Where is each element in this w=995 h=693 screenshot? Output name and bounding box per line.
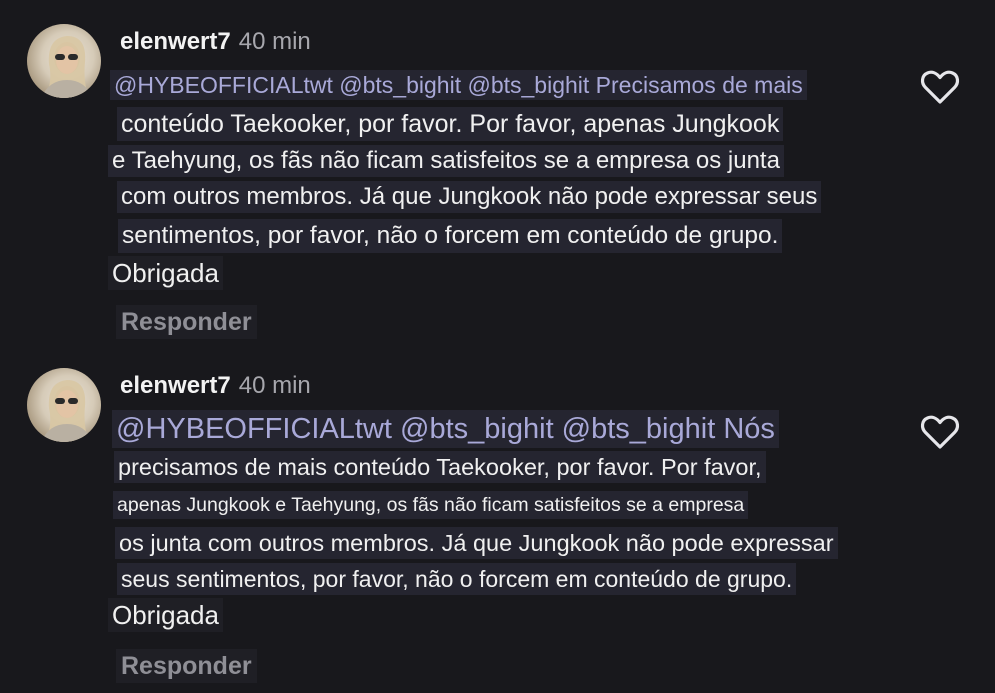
reply-button[interactable]: Responder	[116, 649, 257, 683]
avatar[interactable]	[27, 24, 101, 98]
heart-outline-icon[interactable]	[920, 414, 960, 450]
comment-text-line: apenas Jungkook e Taehyung, os fãs não f…	[113, 491, 749, 519]
username[interactable]: elenwert7	[120, 372, 231, 399]
username[interactable]: elenwert7	[120, 28, 231, 55]
reply-button[interactable]: Responder	[116, 305, 257, 339]
comment-text-line: e Taehyung, os fãs não ficam satisfeitos…	[108, 145, 784, 177]
comments-feed: elenwert7 40 min @HYBEOFFICIALtwt @bts_bi…	[0, 0, 995, 693]
comment-text-line: Obrigada	[108, 598, 223, 632]
comment-text-line: os junta com outros membros. Já que Jung…	[115, 527, 838, 559]
comment-header: elenwert7 40 min	[120, 27, 311, 57]
comment-header: elenwert7 40 min	[120, 371, 311, 401]
comment-text-line: @HYBEOFFICIALtwt @bts_bighit @bts_bighit…	[112, 410, 779, 448]
comment-text-line: Obrigada	[108, 256, 223, 290]
timestamp: 40 min	[238, 372, 311, 399]
heart-outline-icon[interactable]	[920, 69, 960, 105]
comment-text-line: seus sentimentos, por favor, não o force…	[117, 563, 797, 595]
avatar[interactable]	[27, 368, 101, 442]
timestamp: 40 min	[238, 28, 311, 55]
comment-text-line: conteúdo Taekooker, por favor. Por favor…	[117, 107, 784, 141]
comment-text-line: @HYBEOFFICIALtwt @bts_bighit @bts_bighit…	[110, 70, 807, 100]
comment-text-line: precisamos de mais conteúdo Taekooker, p…	[114, 451, 766, 483]
comment-text-line: sentimentos, por favor, não o forcem em …	[118, 219, 783, 253]
comment-text-line: com outros membros. Já que Jungkook não …	[117, 181, 822, 213]
